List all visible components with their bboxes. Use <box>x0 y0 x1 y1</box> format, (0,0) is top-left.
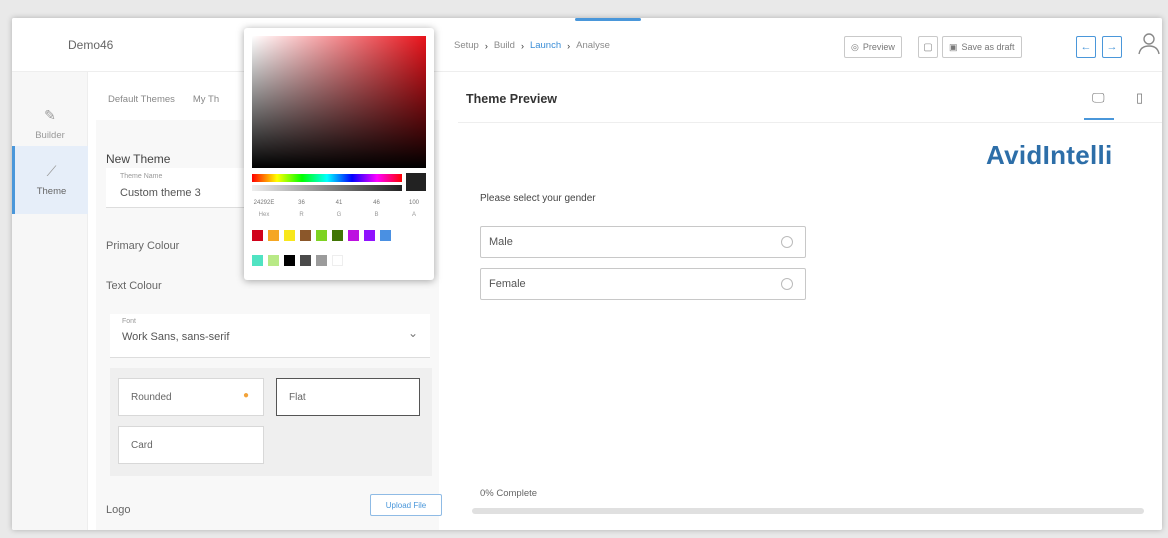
color-picker: 24292E 36 41 46 100 Hex R G B A <box>244 28 434 280</box>
tab-default-themes[interactable]: Default Themes <box>108 94 175 105</box>
desktop-active-indicator <box>1084 118 1114 120</box>
color-swatch[interactable] <box>332 255 343 266</box>
progress-bar <box>472 508 1144 514</box>
primary-colour-label: Primary Colour <box>106 240 180 252</box>
style-rounded-button[interactable]: Rounded ● <box>118 378 264 416</box>
g-input[interactable]: 41 <box>327 200 351 206</box>
color-inputs: 24292E 36 41 46 100 <box>252 200 426 206</box>
eye-icon: ◎ <box>851 41 859 52</box>
color-swatch[interactable] <box>284 255 295 266</box>
forward-button[interactable]: → <box>1102 36 1122 58</box>
font-label: Font <box>122 318 137 325</box>
chevron-right-icon: › <box>520 40 524 51</box>
app-window: Demo46 Setup › Build › Launch › Analyse … <box>12 18 1162 530</box>
rail-item-theme[interactable]: ⟋ Theme <box>12 146 88 214</box>
alpha-slider[interactable] <box>252 185 402 191</box>
project-name: Demo46 <box>68 38 114 52</box>
color-swatch[interactable] <box>316 230 327 241</box>
option-male[interactable]: Male <box>480 226 806 258</box>
text-colour-label: Text Colour <box>106 280 162 292</box>
chevron-down-icon: ⌄ <box>407 326 418 340</box>
style-options: Rounded ● Flat Card <box>110 368 432 476</box>
chevron-right-icon: › <box>567 40 571 51</box>
style-card-button[interactable]: Card <box>118 426 264 464</box>
color-swatch[interactable] <box>252 255 263 266</box>
breadcrumb: Setup › Build › Launch › Analyse <box>454 40 610 51</box>
save-icon: ▣ <box>949 41 958 52</box>
preview-title: Theme Preview <box>466 92 558 106</box>
copy-icon: ▢ <box>923 41 933 53</box>
arrow-left-icon: ← <box>1080 41 1092 53</box>
color-swatch[interactable] <box>380 230 391 241</box>
preview-divider <box>458 122 1162 123</box>
color-swatch[interactable] <box>268 230 279 241</box>
selected-dot-icon: ● <box>243 390 250 401</box>
side-rail: ✎ Builder ⟋ Theme <box>12 72 88 530</box>
color-swatch[interactable] <box>300 230 311 241</box>
preset-swatches <box>252 230 426 280</box>
theme-tabs: Default Themes My Th <box>108 94 219 105</box>
hue-slider[interactable] <box>252 174 402 182</box>
question-text: Please select your gender <box>480 193 596 204</box>
theme-name-value: Custom theme 3 <box>120 187 201 199</box>
brush-icon: ⟋ <box>46 163 57 179</box>
saturation-area[interactable] <box>252 36 426 168</box>
font-value: Work Sans, sans-serif <box>122 331 230 343</box>
top-bar: Demo46 Setup › Build › Launch › Analyse … <box>12 18 1162 72</box>
color-input-labels: Hex R G B A <box>258 212 416 218</box>
user-icon[interactable] <box>1136 30 1162 58</box>
r-input[interactable]: 36 <box>290 200 314 206</box>
step-launch[interactable]: Launch <box>530 40 561 51</box>
color-swatch[interactable] <box>300 255 311 266</box>
chevron-right-icon: › <box>484 40 488 51</box>
font-select[interactable]: Font Work Sans, sans-serif ⌄ <box>110 314 430 358</box>
color-swatch[interactable] <box>284 230 295 241</box>
arrow-right-icon: → <box>1106 41 1118 53</box>
copy-button[interactable]: ▢ <box>918 36 938 58</box>
theme-name-label: Theme Name <box>120 173 163 180</box>
logo-label: Logo <box>106 504 131 516</box>
radio-icon[interactable] <box>781 236 793 248</box>
step-analyse[interactable]: Analyse <box>576 40 610 51</box>
color-swatch[interactable] <box>316 255 327 266</box>
active-step-indicator <box>575 18 641 21</box>
radio-icon[interactable] <box>781 278 793 290</box>
step-setup[interactable]: Setup <box>454 40 479 51</box>
step-build[interactable]: Build <box>494 40 515 51</box>
new-theme-heading: New Theme <box>106 152 171 166</box>
color-swatch[interactable] <box>348 230 359 241</box>
b-input[interactable]: 46 <box>365 200 389 206</box>
back-button[interactable]: ← <box>1076 36 1096 58</box>
color-swatch[interactable] <box>268 255 279 266</box>
color-swatch[interactable] <box>364 230 375 241</box>
pen-icon: ✎ <box>44 107 56 123</box>
preview-button[interactable]: ◎ Preview <box>844 36 902 58</box>
color-swatch[interactable] <box>252 230 263 241</box>
upload-file-button[interactable]: Upload File <box>370 494 442 516</box>
style-flat-button[interactable]: Flat <box>276 378 420 416</box>
option-female[interactable]: Female <box>480 268 806 300</box>
tab-my-themes[interactable]: My Th <box>193 94 219 105</box>
desktop-icon[interactable]: 🖵 <box>1092 90 1105 106</box>
brand-logo: AvidIntelli <box>986 140 1113 170</box>
hex-input[interactable]: 24292E <box>252 200 276 206</box>
progress-label: 0% Complete <box>480 488 538 499</box>
mobile-icon[interactable]: ▯ <box>1136 90 1143 106</box>
save-draft-button[interactable]: ▣ Save as draft <box>942 36 1022 58</box>
color-preview-swatch <box>406 173 426 191</box>
color-swatch[interactable] <box>332 230 343 241</box>
a-input[interactable]: 100 <box>402 200 426 206</box>
